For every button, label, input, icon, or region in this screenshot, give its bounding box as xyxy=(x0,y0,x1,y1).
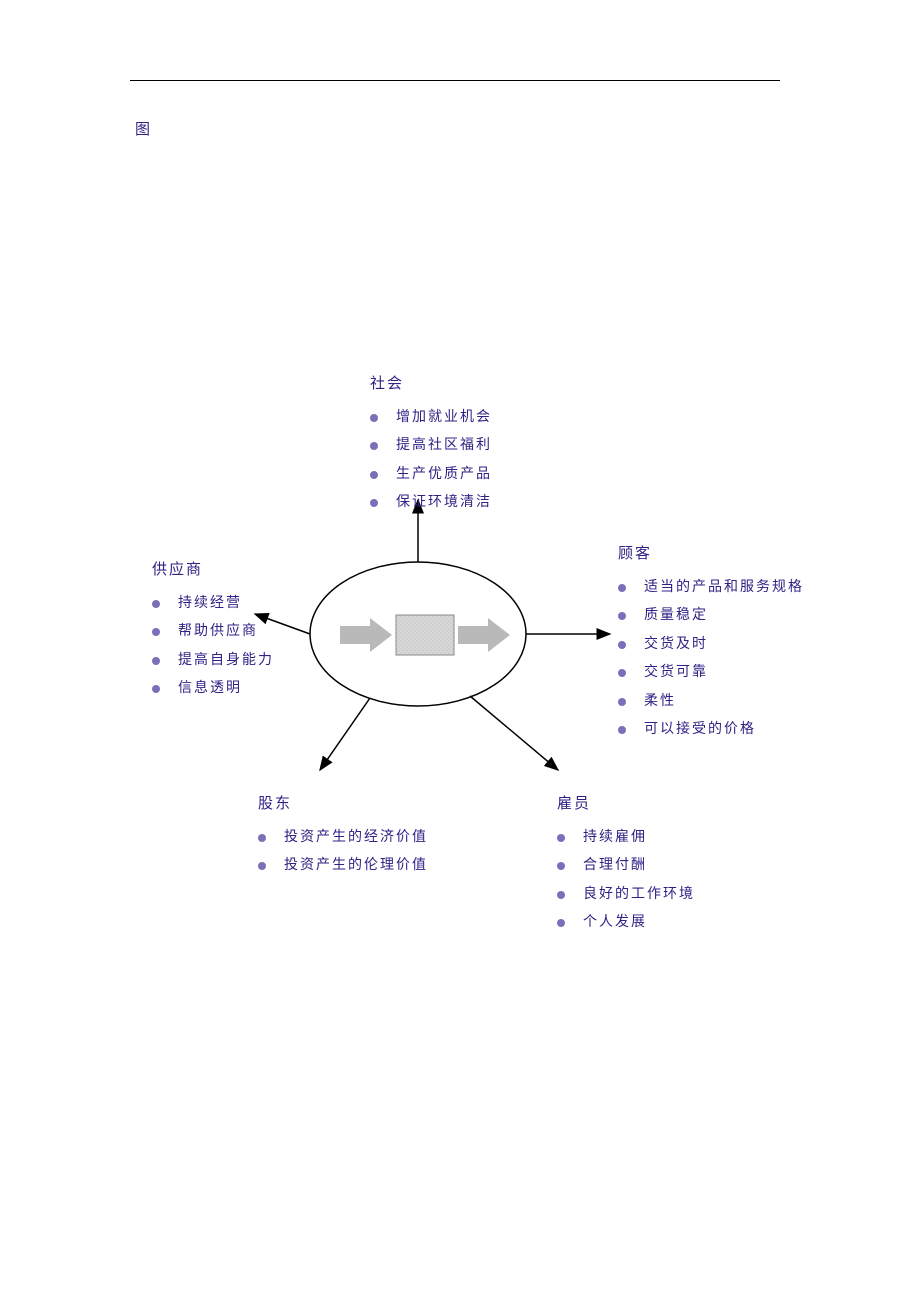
bullet-icon xyxy=(152,628,160,636)
bullet-icon xyxy=(370,499,378,507)
bullet-icon xyxy=(152,685,160,693)
horizontal-rule xyxy=(130,80,780,81)
group-title-shareholder: 股东 xyxy=(258,790,428,819)
inner-arrow-left xyxy=(340,618,392,652)
group-supplier: 供应商 持续经营 帮助供应商 提高自身能力 信息透明 xyxy=(152,556,274,705)
item-text: 质量稳定 xyxy=(644,603,708,630)
bullet-icon xyxy=(557,834,565,842)
group-list-society: 增加就业机会 提高社区福利 生产优质产品 保证环境清洁 xyxy=(370,405,492,517)
list-item: 适当的产品和服务规格 xyxy=(618,575,804,602)
item-text: 交货及时 xyxy=(644,632,708,659)
list-item: 可以接受的价格 xyxy=(618,717,804,744)
group-list-shareholder: 投资产生的经济价值 投资产生的伦理价值 xyxy=(258,825,428,880)
list-item: 增加就业机会 xyxy=(370,405,492,432)
item-text: 生产优质产品 xyxy=(396,462,492,489)
list-item: 良好的工作环境 xyxy=(557,882,695,909)
bullet-icon xyxy=(370,471,378,479)
arrow-to-employee xyxy=(470,696,558,770)
group-title-supplier: 供应商 xyxy=(152,556,274,585)
list-item: 交货可靠 xyxy=(618,660,804,687)
list-item: 投资产生的经济价值 xyxy=(258,825,428,852)
bullet-icon xyxy=(618,726,626,734)
group-customer: 顾客 适当的产品和服务规格 质量稳定 交货及时 交货可靠 柔性 可以接受的价格 xyxy=(618,540,804,746)
list-item: 生产优质产品 xyxy=(370,462,492,489)
arrow-to-shareholder xyxy=(320,698,370,770)
list-item: 提高社区福利 xyxy=(370,433,492,460)
bullet-icon xyxy=(557,891,565,899)
item-text: 持续雇佣 xyxy=(583,825,647,852)
item-text: 投资产生的经济价值 xyxy=(284,825,428,852)
list-item: 个人发展 xyxy=(557,910,695,937)
list-item: 信息透明 xyxy=(152,676,274,703)
item-text: 增加就业机会 xyxy=(396,405,492,432)
item-text: 保证环境清洁 xyxy=(396,490,492,517)
bullet-icon xyxy=(258,834,266,842)
bullet-icon xyxy=(618,669,626,677)
center-box xyxy=(396,615,454,655)
center-ellipse xyxy=(310,562,526,706)
bullet-icon xyxy=(557,919,565,927)
item-text: 个人发展 xyxy=(583,910,647,937)
group-list-employee: 持续雇佣 合理付酬 良好的工作环境 个人发展 xyxy=(557,825,695,937)
bullet-icon xyxy=(618,612,626,620)
group-title-employee: 雇员 xyxy=(557,790,695,819)
item-text: 合理付酬 xyxy=(583,853,647,880)
item-text: 交货可靠 xyxy=(644,660,708,687)
item-text: 投资产生的伦理价值 xyxy=(284,853,428,880)
group-list-supplier: 持续经营 帮助供应商 提高自身能力 信息透明 xyxy=(152,591,274,703)
bullet-icon xyxy=(618,641,626,649)
group-society: 社会 增加就业机会 提高社区福利 生产优质产品 保证环境清洁 xyxy=(370,370,492,519)
item-text: 帮助供应商 xyxy=(178,619,258,646)
bullet-icon xyxy=(618,698,626,706)
group-shareholder: 股东 投资产生的经济价值 投资产生的伦理价值 xyxy=(258,790,428,882)
item-text: 提高自身能力 xyxy=(178,648,274,675)
item-text: 提高社区福利 xyxy=(396,433,492,460)
list-item: 持续经营 xyxy=(152,591,274,618)
list-item: 提高自身能力 xyxy=(152,648,274,675)
list-item: 持续雇佣 xyxy=(557,825,695,852)
bullet-icon xyxy=(152,657,160,665)
list-item: 质量稳定 xyxy=(618,603,804,630)
list-item: 柔性 xyxy=(618,689,804,716)
item-text: 可以接受的价格 xyxy=(644,717,756,744)
item-text: 柔性 xyxy=(644,689,676,716)
list-item: 保证环境清洁 xyxy=(370,490,492,517)
list-item: 合理付酬 xyxy=(557,853,695,880)
list-item: 帮助供应商 xyxy=(152,619,274,646)
item-text: 持续经营 xyxy=(178,591,242,618)
bullet-icon xyxy=(618,584,626,592)
item-text: 适当的产品和服务规格 xyxy=(644,575,804,602)
item-text: 信息透明 xyxy=(178,676,242,703)
group-title-society: 社会 xyxy=(370,370,492,399)
list-item: 投资产生的伦理价值 xyxy=(258,853,428,880)
bullet-icon xyxy=(258,862,266,870)
bullet-icon xyxy=(370,414,378,422)
figure-caption: 图 xyxy=(135,118,150,139)
bullet-icon xyxy=(370,442,378,450)
group-list-customer: 适当的产品和服务规格 质量稳定 交货及时 交货可靠 柔性 可以接受的价格 xyxy=(618,575,804,745)
bullet-icon xyxy=(152,600,160,608)
group-employee: 雇员 持续雇佣 合理付酬 良好的工作环境 个人发展 xyxy=(557,790,695,939)
list-item: 交货及时 xyxy=(618,632,804,659)
group-title-customer: 顾客 xyxy=(618,540,804,569)
bullet-icon xyxy=(557,862,565,870)
item-text: 良好的工作环境 xyxy=(583,882,695,909)
inner-arrow-right xyxy=(458,618,510,652)
